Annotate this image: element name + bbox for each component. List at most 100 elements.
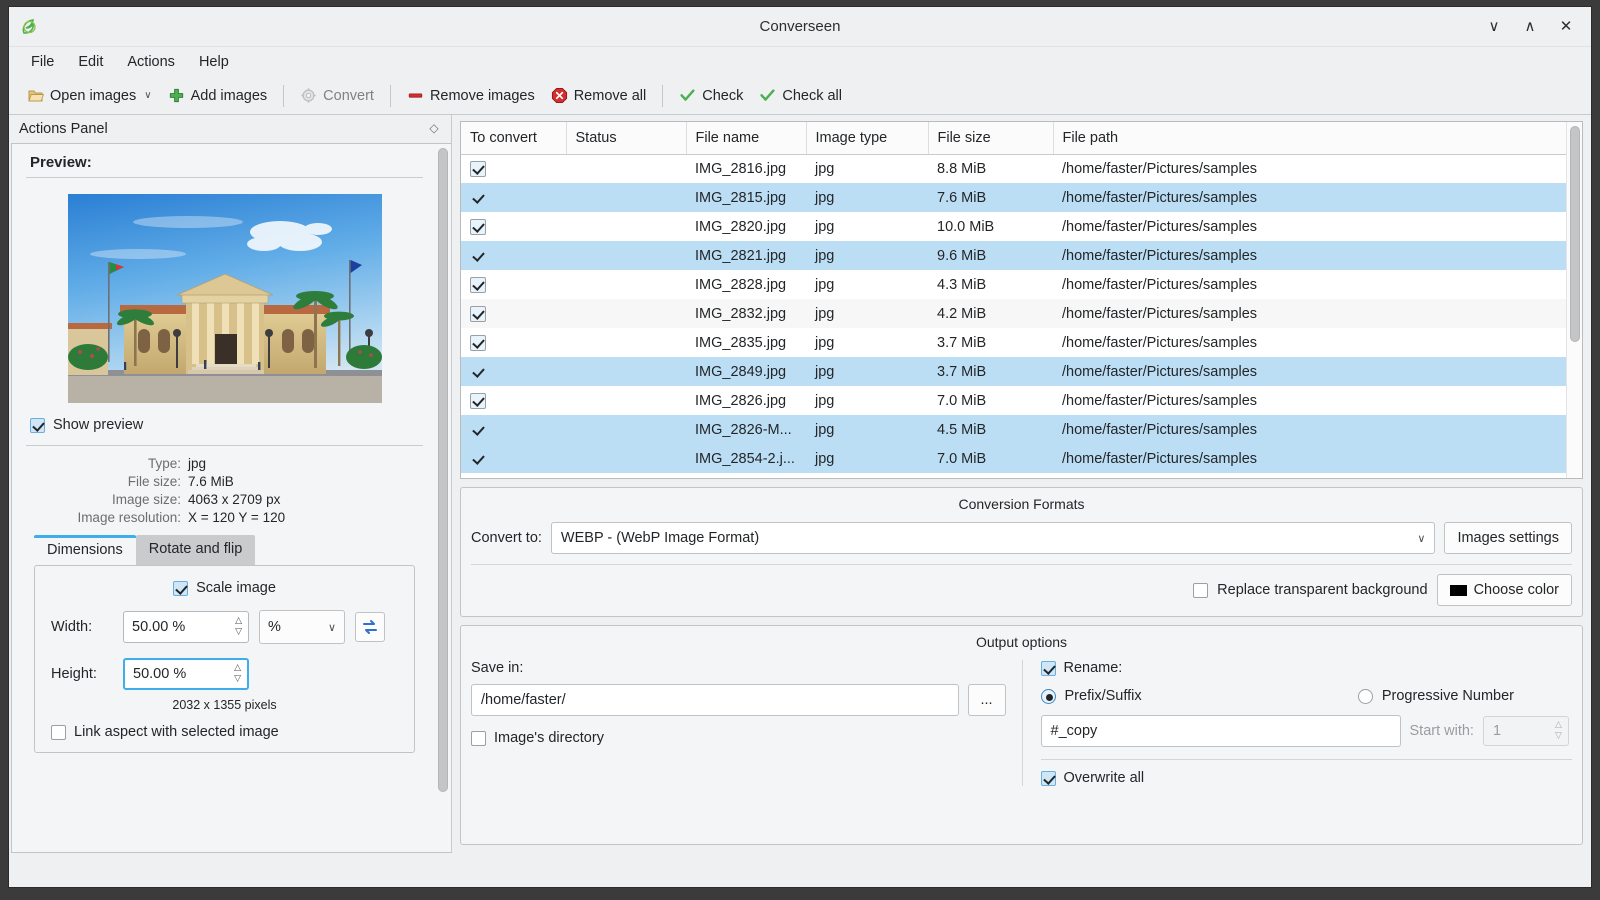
- to-convert-checkbox[interactable]: [470, 334, 486, 351]
- tab-dimensions[interactable]: Dimensions: [34, 535, 136, 565]
- table-row[interactable]: IMG_2832.jpg jpg 4.2 MiB/home/faster/Pictu…: [461, 299, 1566, 328]
- image-type-cell: jpg: [806, 183, 928, 212]
- prefix-suffix-input[interactable]: #_copy: [1040, 715, 1401, 747]
- menu-help[interactable]: Help: [189, 50, 239, 74]
- file-list-panel: To convert Status File name Image type F…: [460, 121, 1583, 479]
- to-convert-cell[interactable]: [461, 386, 566, 415]
- to-convert-cell[interactable]: [461, 444, 566, 473]
- to-convert-checkbox[interactable]: [470, 392, 486, 409]
- height-spinner[interactable]: △▽: [123, 658, 249, 690]
- status-cell: [566, 299, 686, 328]
- file-size-cell: 3.7 MiB: [928, 357, 1053, 386]
- table-row[interactable]: IMG_2854-2.j... jpg 7.0 MiB/home/faster/Pi…: [461, 444, 1566, 473]
- scale-image-checkbox[interactable]: [173, 580, 189, 596]
- link-aspect-row[interactable]: Link aspect with selected image: [51, 724, 398, 740]
- replace-transparent-checkbox[interactable]: [1193, 582, 1209, 598]
- prefix-suffix-radio[interactable]: [1040, 688, 1056, 704]
- to-convert-cell[interactable]: [461, 183, 566, 212]
- file-list-scrollbar[interactable]: [1566, 122, 1582, 478]
- to-convert-checkbox[interactable]: [470, 190, 486, 206]
- open-images-button[interactable]: Open images ∨: [19, 83, 160, 108]
- to-convert-checkbox[interactable]: [470, 422, 486, 438]
- image-directory-checkbox[interactable]: [471, 730, 486, 746]
- remove-images-button[interactable]: Remove images: [399, 83, 543, 108]
- table-row[interactable]: IMG_2826-M... jpg 4.5 MiB/home/faster/Pict…: [461, 415, 1566, 444]
- column-header-image-type[interactable]: Image type: [806, 122, 929, 155]
- column-header-file-size[interactable]: File size: [928, 122, 1054, 155]
- column-header-file-name[interactable]: File name: [686, 122, 807, 155]
- height-stepper-arrows[interactable]: △ ▽: [234, 663, 241, 685]
- column-header-file-path[interactable]: File path: [1053, 122, 1566, 155]
- width-spinner[interactable]: △▽: [123, 611, 249, 643]
- to-convert-cell[interactable]: [461, 415, 566, 444]
- to-convert-checkbox[interactable]: [470, 276, 486, 293]
- rename-checkbox[interactable]: [1040, 660, 1056, 676]
- swap-dimensions-button[interactable]: [355, 612, 385, 642]
- table-row[interactable]: IMG_2816.jpg jpg 8.8 MiB/home/faster/Pictu…: [461, 154, 1566, 183]
- to-convert-cell[interactable]: [461, 299, 566, 328]
- check-all-button[interactable]: Check all: [751, 83, 850, 108]
- to-convert-checkbox[interactable]: [470, 364, 486, 380]
- table-row[interactable]: IMG_2828.jpg jpg 4.3 MiB/home/faster/Pictu…: [461, 270, 1566, 299]
- table-row[interactable]: IMG_2835.jpg jpg 3.7 MiB/home/faster/Pictu…: [461, 328, 1566, 357]
- width-input[interactable]: [124, 618, 248, 636]
- menu-file[interactable]: File: [21, 50, 64, 74]
- file-path-cell: /home/faster/Pictures/samples: [1053, 241, 1566, 270]
- images-settings-button[interactable]: Images settings: [1444, 522, 1572, 554]
- start-with-stepper-arrows[interactable]: △ ▽: [1555, 720, 1562, 742]
- show-preview-checkbox[interactable]: [30, 417, 45, 433]
- table-row[interactable]: IMG_2849.jpg jpg 3.7 MiB/home/faster/Pictu…: [461, 357, 1566, 386]
- tab-rotate-and-flip[interactable]: Rotate and flip: [135, 535, 256, 565]
- choose-color-button[interactable]: Choose color: [1436, 574, 1572, 606]
- maximize-button[interactable]: ∧: [1521, 18, 1539, 36]
- table-row[interactable]: IMG_2821.jpg jpg 9.6 MiB/home/faster/Pictu…: [461, 241, 1566, 270]
- chevron-down-icon[interactable]: ∨: [144, 90, 151, 101]
- scale-image-row[interactable]: Scale image: [51, 580, 398, 596]
- convert-button[interactable]: Convert: [292, 83, 382, 108]
- unit-combo[interactable]: % ∨: [259, 610, 345, 644]
- scrollbar-thumb[interactable]: [438, 148, 448, 792]
- undock-icon[interactable]: ◇: [427, 122, 441, 136]
- image-directory-row[interactable]: Image's directory: [471, 730, 1006, 746]
- table-row[interactable]: IMG_2826.jpg jpg 7.0 MiB/home/faster/Pictu…: [461, 386, 1566, 415]
- to-convert-checkbox[interactable]: [470, 305, 486, 322]
- close-button[interactable]: ✕: [1557, 18, 1575, 36]
- right-pane: To convert Status File name Image type F…: [452, 115, 1591, 853]
- to-convert-checkbox[interactable]: [470, 160, 486, 177]
- to-convert-cell[interactable]: [461, 357, 566, 386]
- rename-row[interactable]: Rename:: [1040, 660, 1573, 676]
- convert-to-combo[interactable]: WEBP - (WebP Image Format) ∨: [550, 522, 1436, 554]
- remove-all-button[interactable]: Remove all: [543, 83, 655, 108]
- toolbar-separator: [389, 84, 391, 107]
- browse-folder-button[interactable]: ...: [967, 684, 1006, 716]
- to-convert-checkbox[interactable]: [470, 248, 486, 264]
- width-stepper-arrows[interactable]: △ ▽: [235, 615, 242, 639]
- image-type-cell: jpg: [815, 392, 835, 409]
- show-preview-row[interactable]: Show preview: [30, 417, 423, 433]
- to-convert-cell[interactable]: [461, 241, 566, 270]
- to-convert-checkbox[interactable]: [470, 451, 486, 467]
- to-convert-cell[interactable]: [461, 154, 566, 183]
- save-in-input[interactable]: /home/faster/: [471, 684, 959, 716]
- add-images-button[interactable]: Add images: [160, 83, 276, 108]
- height-input[interactable]: [125, 665, 247, 683]
- to-convert-cell[interactable]: [461, 328, 566, 357]
- table-row[interactable]: IMG_2815.jpg jpg 7.6 MiB/home/faster/Pictu…: [461, 183, 1566, 212]
- column-header-status[interactable]: Status: [566, 122, 687, 155]
- to-convert-checkbox[interactable]: [470, 218, 486, 235]
- check-button[interactable]: Check: [671, 83, 751, 108]
- menu-actions[interactable]: Actions: [117, 50, 185, 74]
- overwrite-all-row[interactable]: Overwrite all: [1040, 770, 1573, 786]
- to-convert-cell[interactable]: [461, 270, 566, 299]
- menu-edit[interactable]: Edit: [68, 50, 113, 74]
- table-row[interactable]: IMG_2820.jpg jpg 10.0 MiB/home/faster/Pict…: [461, 212, 1566, 241]
- minimize-button[interactable]: ∨: [1485, 18, 1503, 36]
- to-convert-cell[interactable]: [461, 212, 566, 241]
- column-header-to-convert[interactable]: To convert: [461, 122, 567, 155]
- actions-panel-scrollbar[interactable]: [435, 144, 451, 852]
- start-with-spinner[interactable]: 1 △ ▽: [1482, 716, 1569, 746]
- overwrite-all-checkbox[interactable]: [1040, 770, 1056, 786]
- link-aspect-checkbox[interactable]: [51, 724, 66, 740]
- progressive-number-radio[interactable]: [1357, 688, 1373, 704]
- scrollbar-thumb[interactable]: [1570, 126, 1580, 342]
